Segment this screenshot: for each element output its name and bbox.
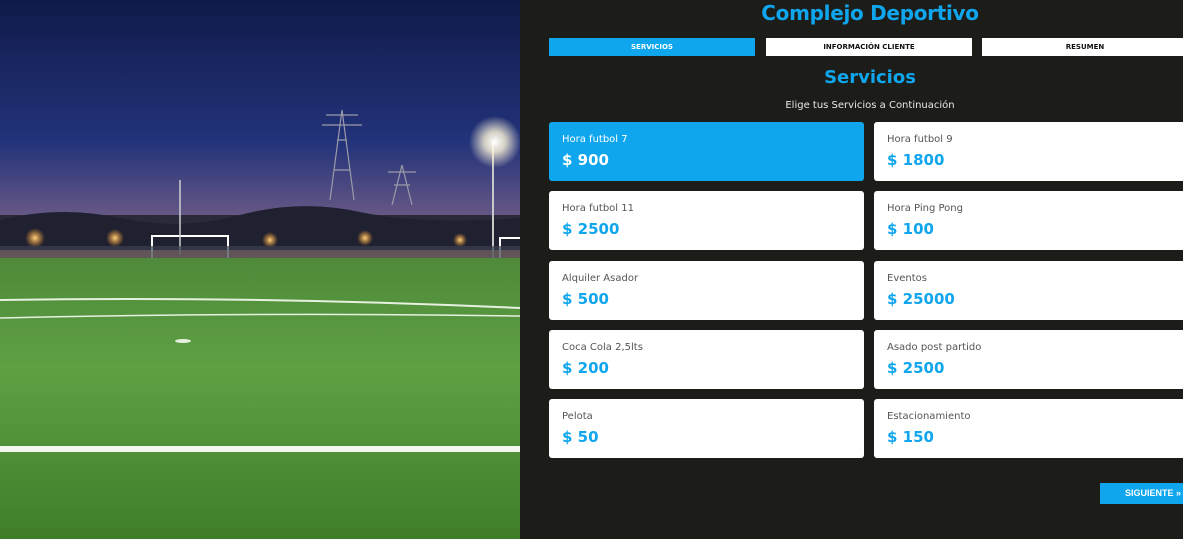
service-card-hora-futbol-9[interactable]: Hora futbol 9 $ 1800 xyxy=(874,122,1183,181)
tab-informacion-cliente[interactable]: INFORMACIÓN CLIENTE xyxy=(766,38,972,56)
service-name: Alquiler Asador xyxy=(562,273,639,284)
service-name: Hora futbol 9 xyxy=(887,134,953,145)
service-name: Pelota xyxy=(562,411,593,422)
service-card-hora-futbol-7[interactable]: Hora futbol 7 $ 900 xyxy=(549,122,864,181)
service-card-pelota[interactable]: Pelota $ 50 xyxy=(549,399,864,458)
step-tabs: SERVICIOS INFORMACIÓN CLIENTE RESUMEN xyxy=(549,38,1183,56)
service-name: Coca Cola 2,5lts xyxy=(562,342,643,353)
section-subtitle: Elige tus Servicios a Continuación xyxy=(785,100,955,111)
service-card-hora-futbol-11[interactable]: Hora futbol 11 $ 2500 xyxy=(549,191,864,250)
service-name: Asado post partido xyxy=(887,342,982,353)
section-title: Servicios xyxy=(824,67,916,88)
service-price: $ 2500 xyxy=(562,220,620,238)
service-card-asado-post-partido[interactable]: Asado post partido $ 2500 xyxy=(874,330,1183,389)
tab-servicios[interactable]: SERVICIOS xyxy=(549,38,755,56)
next-button[interactable]: SIGUIENTE » xyxy=(1100,483,1183,504)
booking-panel: Complejo Deportivo SERVICIOS INFORMACIÓN… xyxy=(520,0,1183,539)
tab-resumen[interactable]: RESUMEN xyxy=(982,38,1183,56)
service-name: Estacionamiento xyxy=(887,411,971,422)
service-card-eventos[interactable]: Eventos $ 25000 xyxy=(874,261,1183,320)
service-card-alquiler-asador[interactable]: Alquiler Asador $ 500 xyxy=(549,261,864,320)
service-price: $ 50 xyxy=(562,428,599,446)
service-price: $ 1800 xyxy=(887,151,945,169)
service-card-estacionamiento[interactable]: Estacionamiento $ 150 xyxy=(874,399,1183,458)
service-card-coca-cola[interactable]: Coca Cola 2,5lts $ 200 xyxy=(549,330,864,389)
service-price: $ 100 xyxy=(887,220,934,238)
service-price: $ 25000 xyxy=(887,290,955,308)
service-price: $ 200 xyxy=(562,359,609,377)
service-name: Eventos xyxy=(887,273,927,284)
service-price: $ 2500 xyxy=(887,359,945,377)
service-name: Hora Ping Pong xyxy=(887,203,963,214)
service-price: $ 500 xyxy=(562,290,609,308)
service-name: Hora futbol 11 xyxy=(562,203,634,214)
service-price: $ 150 xyxy=(887,428,934,446)
service-price: $ 900 xyxy=(562,151,609,169)
service-name: Hora futbol 7 xyxy=(562,134,628,145)
service-card-hora-ping-pong[interactable]: Hora Ping Pong $ 100 xyxy=(874,191,1183,250)
hero-image-football-field xyxy=(0,0,520,539)
app-title: Complejo Deportivo xyxy=(761,1,979,25)
